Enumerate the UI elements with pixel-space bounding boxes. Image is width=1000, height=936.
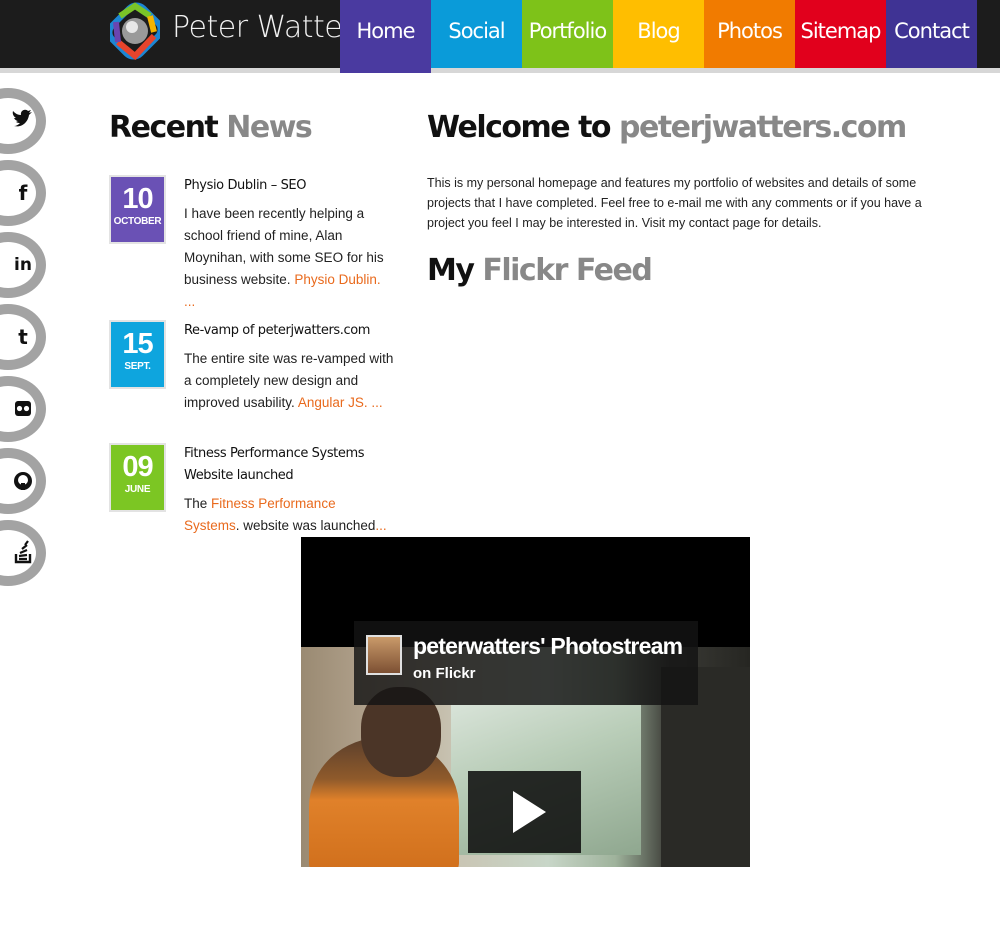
github-icon: [14, 472, 32, 490]
news-title[interactable]: Fitness Performance Systems Website laun…: [184, 443, 394, 487]
recent-news-heading: Recent News: [109, 110, 313, 145]
nav-contact[interactable]: Contact: [886, 0, 977, 68]
photostream-subtitle: on Flickr: [413, 665, 476, 682]
news-date: 09 JUNE: [109, 443, 166, 512]
news-date: 15 SEPT.: [109, 320, 166, 389]
nav-photos[interactable]: Photos: [704, 0, 795, 68]
flickr-icon: [15, 401, 31, 416]
facebook-icon: f: [18, 181, 28, 205]
stackoverflow-icon: [14, 540, 32, 564]
news-excerpt: The entire site was re-vamped with a com…: [184, 351, 394, 410]
nav-sitemap[interactable]: Sitemap: [795, 0, 886, 68]
social-twitter-button[interactable]: [0, 88, 46, 154]
nav-portfolio[interactable]: Portfolio: [522, 0, 613, 68]
welcome-heading: Welcome to peterjwatters.com: [427, 110, 907, 145]
play-button[interactable]: [468, 771, 581, 853]
site-logo[interactable]: [110, 2, 160, 60]
social-linkedin-button[interactable]: in: [0, 232, 46, 298]
news-title[interactable]: Re-vamp of peterjwatters.com: [184, 320, 394, 342]
social-sidebar: f in t: [0, 88, 46, 592]
photostream-card[interactable]: peterwatters' Photostream on Flickr: [354, 621, 698, 705]
social-stackoverflow-button[interactable]: [0, 520, 46, 586]
news-read-more-link[interactable]: Angular JS. ...: [298, 395, 383, 410]
news-title[interactable]: Physio Dublin – SEO: [184, 175, 394, 197]
news-excerpt: I have been recently helping a school fr…: [184, 206, 384, 309]
avatar: [366, 635, 402, 675]
photostream-title[interactable]: peterwatters' Photostream: [413, 633, 683, 660]
nav-social[interactable]: Social: [431, 0, 522, 68]
flickr-embed[interactable]: peterwatters' Photostream on Flickr: [301, 537, 750, 867]
social-flickr-button[interactable]: [0, 376, 46, 442]
news-read-more-link[interactable]: ...: [375, 518, 386, 533]
flickr-feed-heading: My Flickr Feed: [427, 253, 653, 288]
main-nav: Home Social Portfolio Blog Photos Sitema…: [340, 0, 977, 73]
play-icon: [513, 791, 546, 833]
social-tumblr-button[interactable]: t: [0, 304, 46, 370]
news-excerpt: The Fitness Performance Systems. website…: [184, 496, 387, 533]
twitter-icon: [12, 109, 33, 127]
news-date: 10 OCTOBER: [109, 175, 166, 244]
social-github-button[interactable]: [0, 448, 46, 514]
social-facebook-button[interactable]: f: [0, 160, 46, 226]
welcome-text: This is my personal homepage and feature…: [427, 176, 922, 230]
linkedin-icon: in: [14, 255, 32, 275]
nav-home[interactable]: Home: [340, 0, 431, 73]
tumblr-icon: t: [18, 325, 28, 349]
nav-blog[interactable]: Blog: [613, 0, 704, 68]
header-divider: [0, 68, 1000, 73]
